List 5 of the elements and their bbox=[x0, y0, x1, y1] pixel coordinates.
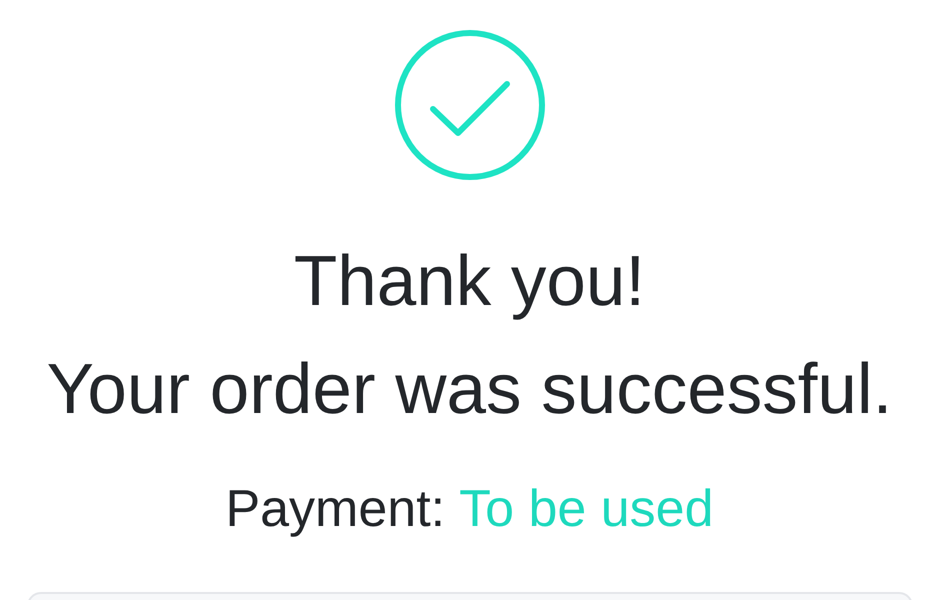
payment-value: To be used bbox=[459, 479, 714, 539]
check-circle-icon bbox=[394, 29, 546, 181]
heading: Thank you! bbox=[294, 242, 646, 322]
message: Your order was successful. bbox=[46, 350, 892, 430]
payment-label: Payment: bbox=[225, 479, 446, 539]
